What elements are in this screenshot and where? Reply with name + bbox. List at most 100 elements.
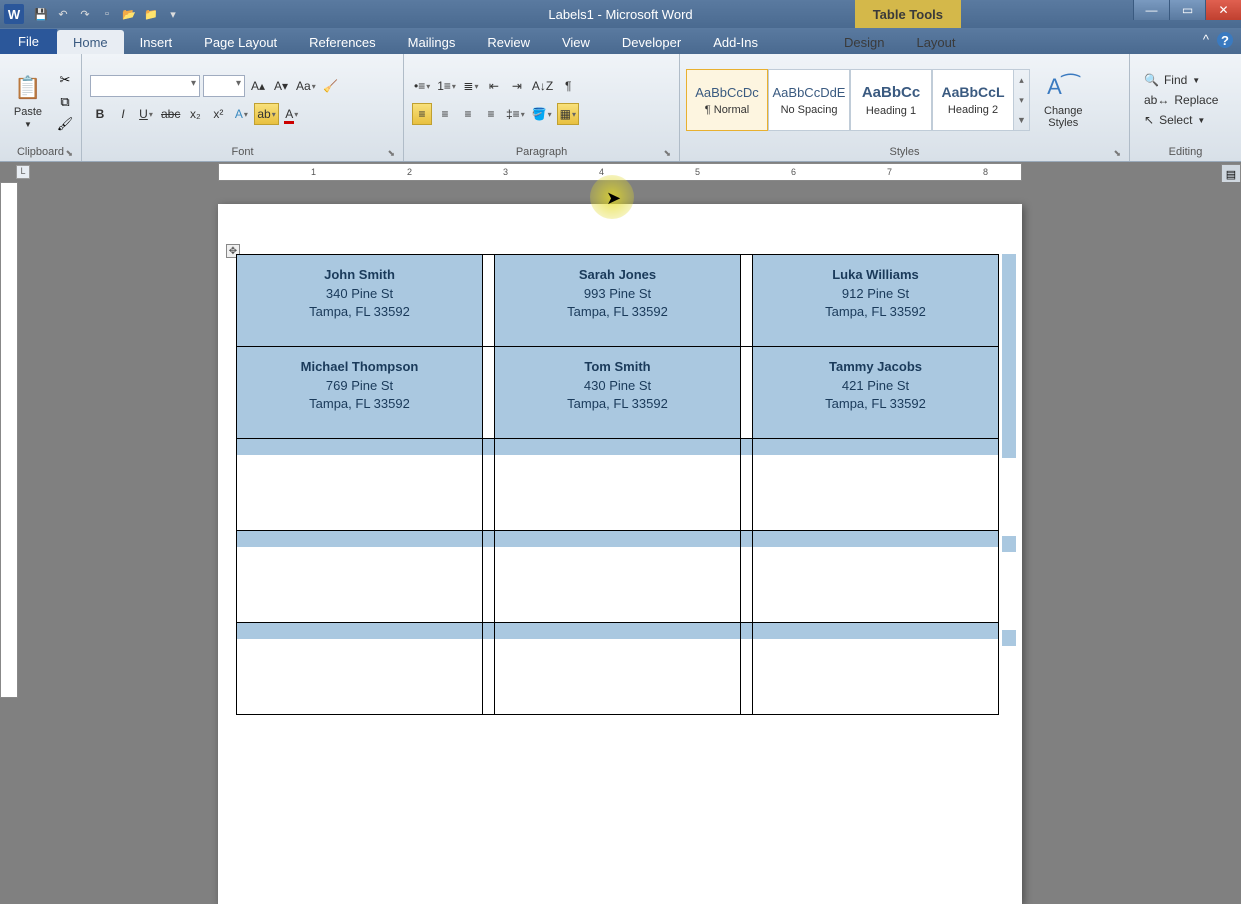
subscript-button[interactable]: x₂ [185, 103, 205, 125]
title-bar: W 💾 ↶ ↷ ▫ 📂 📁 ▾ Labels1 - Microsoft Word… [0, 0, 1241, 28]
tab-selector[interactable]: L [16, 165, 30, 179]
paragraph-launcher-icon[interactable]: ⬊ [663, 148, 671, 159]
align-right-button[interactable]: ≡ [458, 103, 478, 125]
numbering-button[interactable]: 1≡ [435, 75, 458, 97]
align-center-button[interactable]: ≡ [435, 103, 455, 125]
shading-button[interactable]: 🪣 [530, 103, 554, 125]
select-button[interactable]: ↖Select ▼ [1140, 111, 1222, 129]
label-cell[interactable] [237, 439, 483, 531]
horizontal-ruler[interactable]: 1 2 3 4 5 6 7 8 [218, 163, 1022, 181]
label-cell[interactable] [753, 439, 999, 531]
highlight-button[interactable]: ab [254, 103, 278, 125]
styles-launcher-icon[interactable]: ⬊ [1113, 148, 1121, 159]
selection-overflow [1002, 630, 1016, 646]
grow-font-button[interactable]: A▴ [248, 75, 268, 97]
open2-icon[interactable]: 📁 [142, 5, 160, 23]
tab-review[interactable]: Review [471, 30, 546, 54]
table-tools-tab: Table Tools [855, 0, 961, 28]
tab-insert[interactable]: Insert [124, 30, 189, 54]
shrink-font-button[interactable]: A▾ [271, 75, 291, 97]
label-cell[interactable]: John Smith340 Pine StTampa, FL 33592 [237, 255, 483, 347]
font-color-button[interactable]: A [282, 103, 302, 125]
close-button[interactable]: ✕ [1205, 0, 1241, 20]
multilevel-button[interactable]: ≣ [461, 75, 481, 97]
label-cell[interactable] [753, 531, 999, 623]
ribbon-tabs: File Home Insert Page Layout References … [0, 28, 1241, 54]
label-cell[interactable]: Tammy Jacobs421 Pine StTampa, FL 33592 [753, 347, 999, 439]
label-cell[interactable]: Sarah Jones993 Pine StTampa, FL 33592 [495, 255, 741, 347]
help-icon[interactable]: ? [1217, 32, 1233, 48]
borders-button[interactable]: ▦ [557, 103, 579, 125]
label-cell[interactable] [495, 439, 741, 531]
gutter-cell [483, 255, 495, 347]
line-spacing-button[interactable]: ‡≡ [504, 103, 527, 125]
tab-references[interactable]: References [293, 30, 391, 54]
tab-developer[interactable]: Developer [606, 30, 697, 54]
italic-button[interactable]: I [113, 103, 133, 125]
label-cell[interactable]: Tom Smith430 Pine StTampa, FL 33592 [495, 347, 741, 439]
style-normal[interactable]: AaBbCcDc¶ Normal [686, 69, 768, 131]
clear-format-button[interactable]: 🧹 [321, 75, 341, 97]
font-size-combo[interactable] [203, 75, 245, 97]
window-title: Labels1 - Microsoft Word [548, 7, 692, 22]
find-button[interactable]: 🔍Find ▼ [1140, 71, 1222, 89]
change-styles-button[interactable]: A⁀ Change Styles [1038, 69, 1089, 131]
save-icon[interactable]: 💾 [32, 5, 50, 23]
style-heading1[interactable]: AaBbCcHeading 1 [850, 69, 932, 131]
tab-pagelayout[interactable]: Page Layout [188, 30, 293, 54]
tab-layout[interactable]: Layout [900, 30, 971, 54]
cut-icon[interactable]: ✂ [56, 71, 74, 89]
maximize-button[interactable]: ▭ [1169, 0, 1205, 20]
undo-icon[interactable]: ↶ [54, 5, 72, 23]
minimize-ribbon-icon[interactable]: ^ [1203, 32, 1209, 48]
replace-button[interactable]: ab↔Replace [1140, 91, 1222, 109]
tab-home[interactable]: Home [57, 30, 124, 54]
justify-button[interactable]: ≡ [481, 103, 501, 125]
show-marks-button[interactable]: ¶ [558, 75, 578, 97]
tab-addins[interactable]: Add-Ins [697, 30, 774, 54]
label-table[interactable]: John Smith340 Pine StTampa, FL 33592 Sar… [236, 254, 999, 715]
bold-button[interactable]: B [90, 103, 110, 125]
paragraph-label: Paragraph [516, 146, 567, 158]
tab-file[interactable]: File [0, 29, 57, 54]
underline-button[interactable]: U [136, 103, 156, 125]
copy-icon[interactable]: ⧉ [56, 93, 74, 111]
minimize-button[interactable]: — [1133, 0, 1169, 20]
tab-mailings[interactable]: Mailings [392, 30, 472, 54]
ruler-toggle-icon[interactable]: ▤ [1221, 164, 1241, 184]
change-case-button[interactable]: Aa [294, 75, 318, 97]
label-cell[interactable] [237, 531, 483, 623]
text-effects-button[interactable]: A [231, 103, 251, 125]
qat-more-icon[interactable]: ▾ [164, 5, 182, 23]
vertical-ruler[interactable] [0, 182, 18, 698]
style-nospacing[interactable]: AaBbCcDdENo Spacing [768, 69, 850, 131]
format-painter-icon[interactable]: 🖌 [56, 115, 74, 133]
inc-indent-button[interactable]: ⇥ [507, 75, 527, 97]
sort-button[interactable]: A↓Z [530, 75, 555, 97]
find-icon: 🔍 [1144, 73, 1159, 87]
clipboard-launcher-icon[interactable]: ⬊ [65, 148, 73, 159]
label-cell[interactable] [753, 623, 999, 715]
strike-button[interactable]: abc [159, 103, 182, 125]
superscript-button[interactable]: x² [208, 103, 228, 125]
tab-view[interactable]: View [546, 30, 606, 54]
style-heading2[interactable]: AaBbCcLHeading 2 [932, 69, 1014, 131]
label-cell[interactable] [495, 531, 741, 623]
new-icon[interactable]: ▫ [98, 5, 116, 23]
change-styles-icon: A⁀ [1047, 71, 1079, 103]
label-cell[interactable]: Michael Thompson769 Pine StTampa, FL 335… [237, 347, 483, 439]
redo-icon[interactable]: ↷ [76, 5, 94, 23]
font-name-combo[interactable] [90, 75, 200, 97]
align-left-button[interactable]: ≡ [412, 103, 432, 125]
tab-design[interactable]: Design [828, 30, 900, 54]
label-cell[interactable] [237, 623, 483, 715]
bullets-button[interactable]: •≡ [412, 75, 432, 97]
label-cell[interactable] [495, 623, 741, 715]
styles-gallery-more[interactable]: ▴▾▼ [1014, 69, 1030, 131]
font-launcher-icon[interactable]: ⬊ [387, 148, 395, 159]
label-cell[interactable]: Luka Williams912 Pine StTampa, FL 33592 [753, 255, 999, 347]
open-icon[interactable]: 📂 [120, 5, 138, 23]
paste-button[interactable]: 📋 Paste ▼ [6, 70, 50, 131]
gutter-cell [741, 347, 753, 439]
dec-indent-button[interactable]: ⇤ [484, 75, 504, 97]
